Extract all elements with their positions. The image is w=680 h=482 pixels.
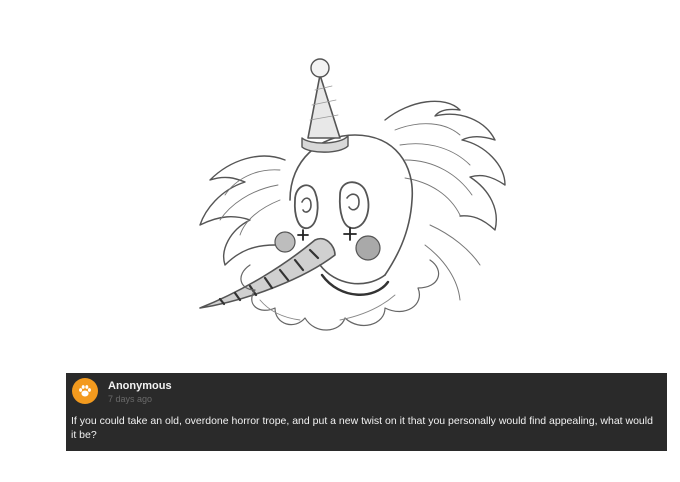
question-timestamp: 7 days ago [108, 394, 153, 404]
anonymous-avatar[interactable] [72, 378, 98, 404]
asker-name[interactable]: Anonymous [108, 380, 172, 392]
post-page: Anonymous 7 days ago If you could take a… [0, 0, 680, 482]
question-text: If you could take an old, overdone horro… [71, 415, 653, 441]
paw-icon [79, 385, 91, 397]
clown-sketch-image [190, 50, 520, 365]
anonymous-question-card: Anonymous 7 days ago If you could take a… [66, 373, 667, 451]
